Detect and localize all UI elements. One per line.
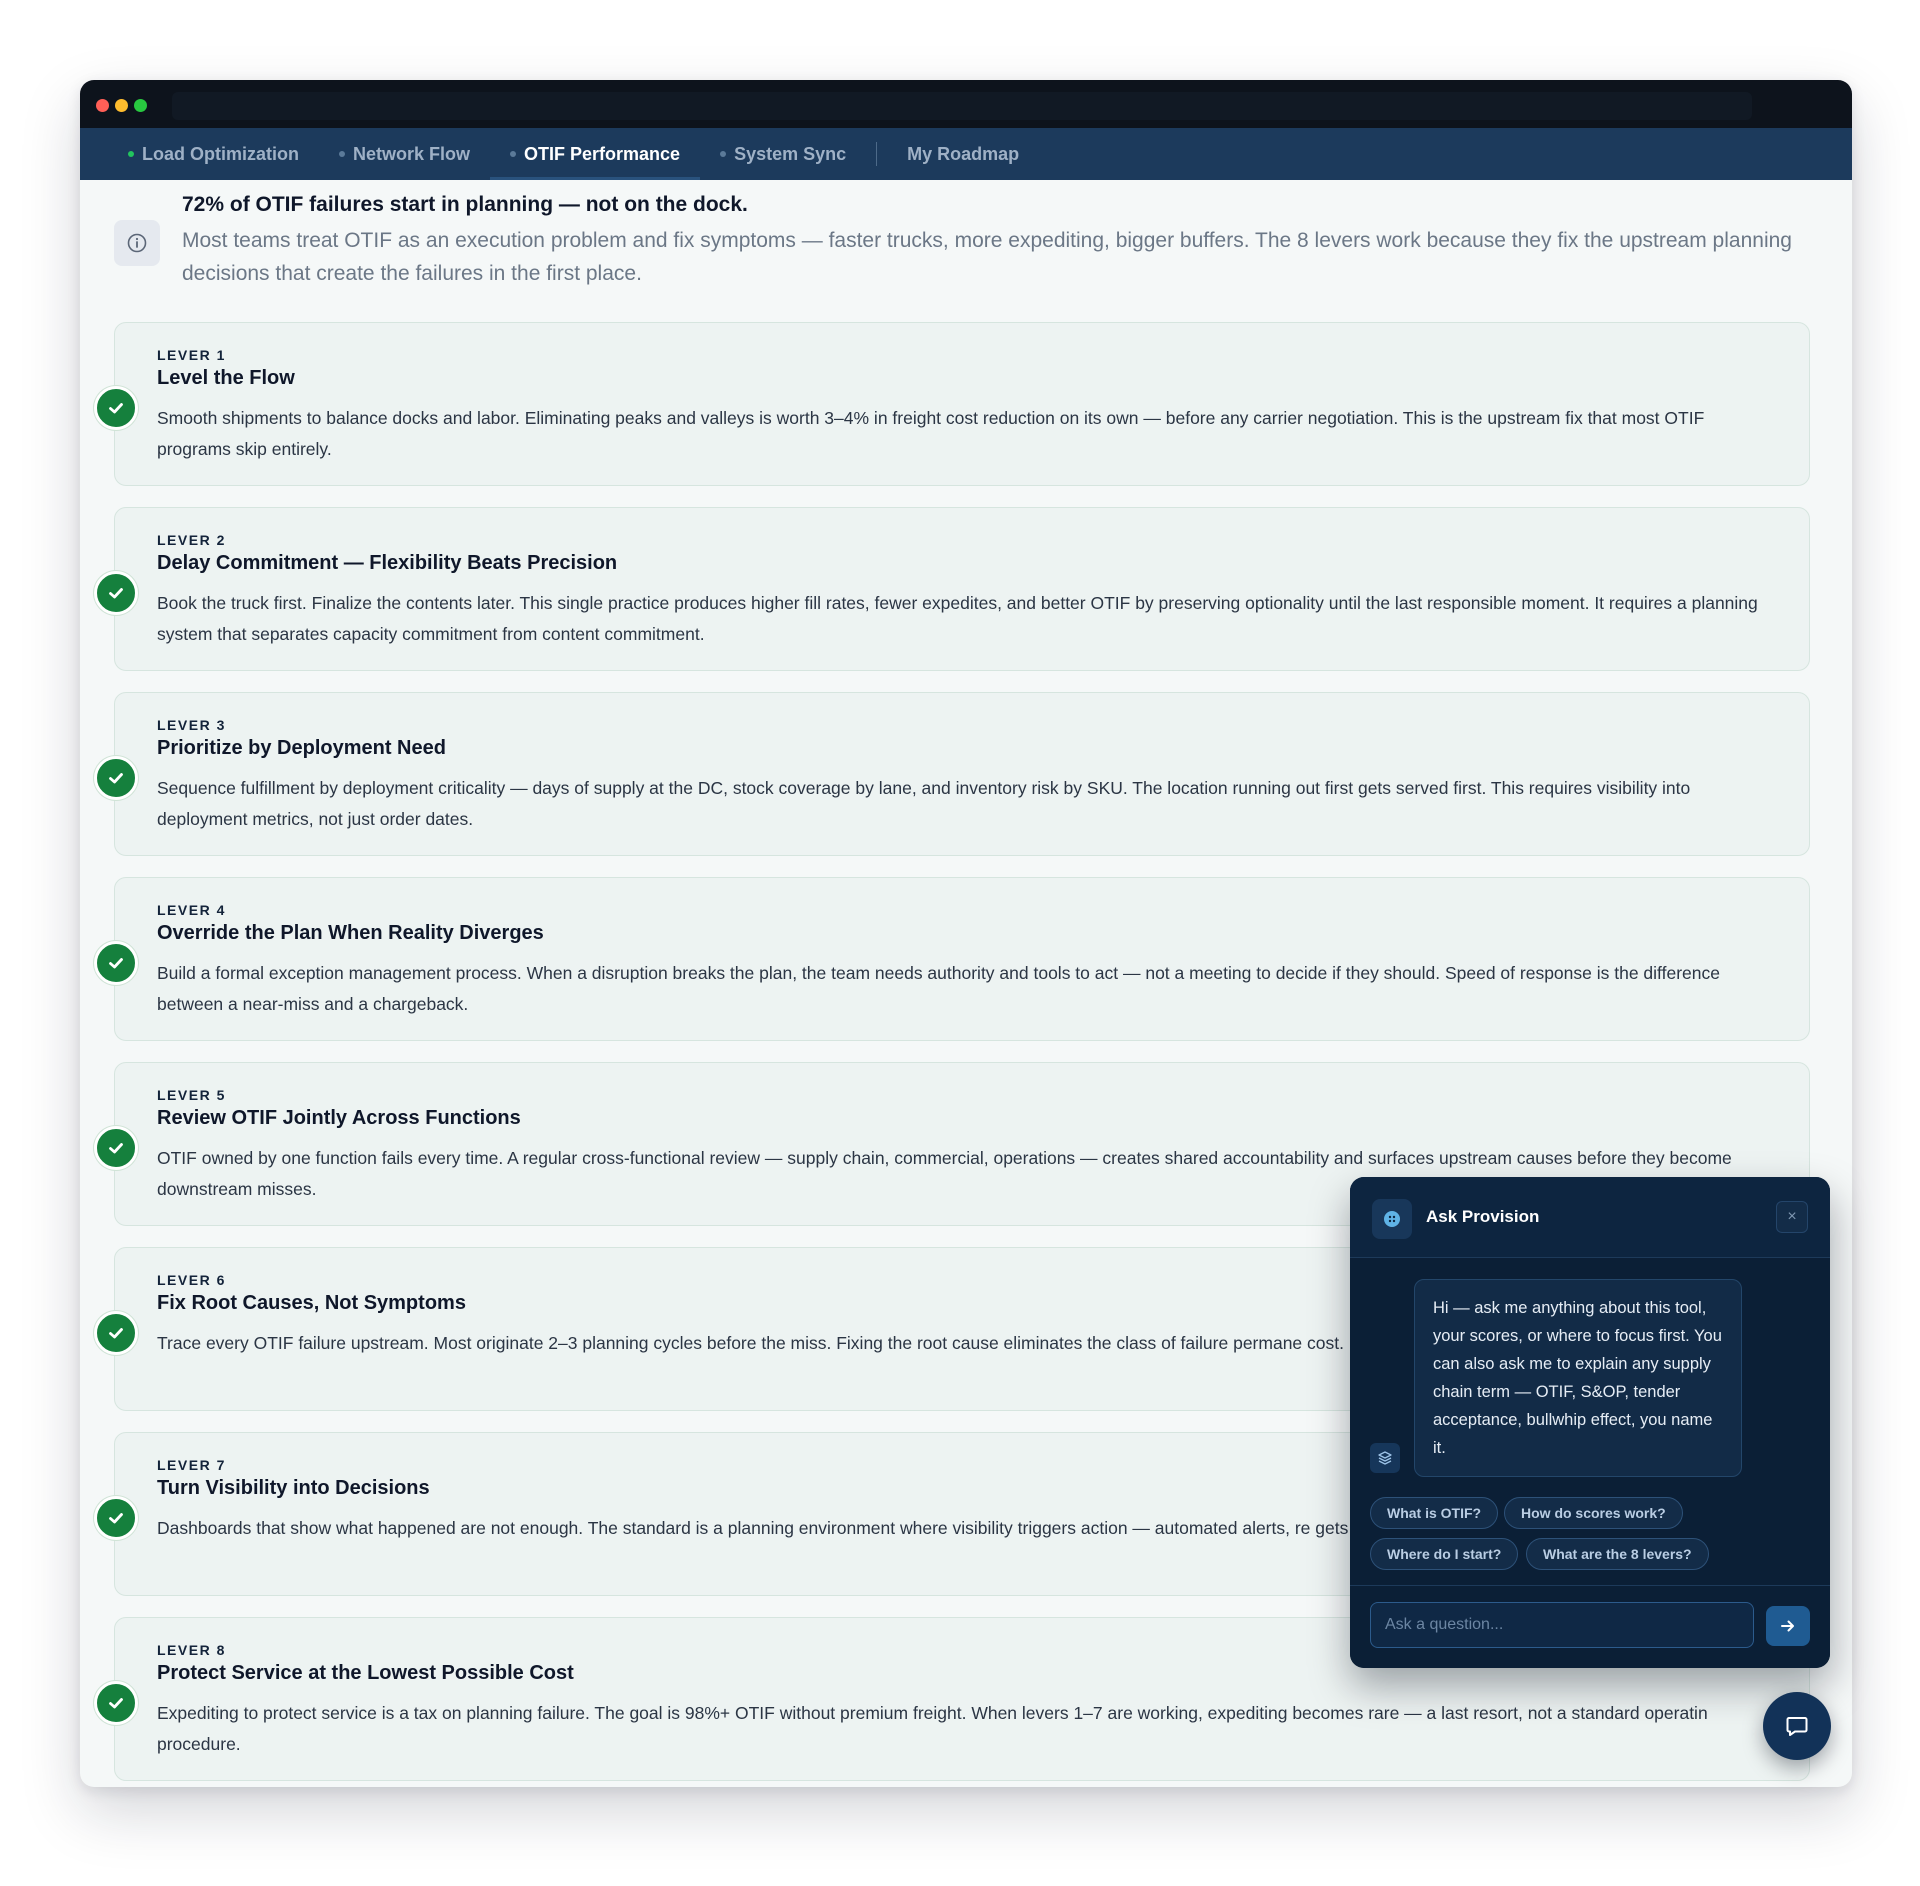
lever-number: LEVER 3	[157, 717, 226, 733]
lever-title: Review OTIF Jointly Across Functions	[157, 1107, 521, 1129]
check-icon	[94, 941, 138, 985]
check-icon	[94, 1311, 138, 1355]
minimize-window-button[interactable]	[115, 99, 128, 112]
check-icon	[94, 756, 138, 800]
lever-description: Sequence fulfillment by deployment criti…	[157, 778, 1691, 829]
check-icon	[94, 1126, 138, 1170]
chat-header: Ask Provision ×	[1350, 1177, 1830, 1258]
suggestion-chip[interactable]: How do scores work?	[1504, 1497, 1683, 1529]
lever-description: Book the truck first. Finalize the conte…	[157, 593, 1758, 644]
tab-my-roadmap[interactable]: My Roadmap	[887, 128, 1039, 180]
layers-icon	[1370, 1443, 1400, 1473]
tab-label: My Roadmap	[907, 143, 1020, 164]
send-arrow-icon[interactable]	[1766, 1606, 1810, 1646]
lever-number: LEVER 8	[157, 1642, 226, 1658]
lever-card-4: LEVER 4 Override the Plan When Reality D…	[94, 877, 1810, 1041]
lever-description: Smooth shipments to balance docks and la…	[157, 408, 1705, 459]
window-titlebar	[80, 80, 1852, 128]
lever-number: LEVER 5	[157, 1087, 226, 1103]
tab-label: Network Flow	[353, 143, 471, 164]
provision-logo-icon	[1372, 1199, 1412, 1239]
suggestion-chip[interactable]: What is OTIF?	[1370, 1497, 1499, 1529]
callout-title: 72% of OTIF failures start in planning —…	[182, 193, 748, 216]
status-dot-icon	[339, 151, 345, 157]
chat-title: Ask Provision	[1426, 1207, 1540, 1226]
chat-bubble-icon[interactable]	[1763, 1692, 1831, 1760]
tab-divider	[876, 142, 878, 166]
lever-number: LEVER 6	[157, 1272, 226, 1288]
tab-label: Load Optimization	[142, 143, 299, 164]
lever-description: Build a formal exception management proc…	[157, 963, 1720, 1014]
tab-network-flow[interactable]: Network Flow	[319, 128, 490, 180]
lever-title: Turn Visibility into Decisions	[157, 1477, 430, 1499]
lever-card-3: LEVER 3 Prioritize by Deployment Need Se…	[94, 692, 1810, 856]
info-icon	[114, 220, 160, 266]
lever-number: LEVER 1	[157, 347, 226, 363]
maximize-window-button[interactable]	[134, 99, 147, 112]
lever-title: Prioritize by Deployment Need	[157, 737, 446, 759]
tab-system-sync[interactable]: System Sync	[700, 128, 866, 180]
assistant-message: Hi — ask me anything about this tool, yo…	[1414, 1279, 1742, 1477]
tab-otif-performance[interactable]: OTIF Performance	[490, 128, 701, 180]
close-icon[interactable]: ×	[1776, 1201, 1808, 1233]
check-icon	[94, 571, 138, 615]
check-icon	[94, 1496, 138, 1540]
check-icon	[94, 1681, 138, 1725]
tab-bar: Load Optimization Network Flow OTIF Perf…	[80, 128, 1852, 180]
lever-card-1: LEVER 1 Level the Flow Smooth shipments …	[94, 322, 1810, 486]
lever-title: Fix Root Causes, Not Symptoms	[157, 1292, 466, 1314]
chat-footer	[1350, 1585, 1830, 1668]
callout-body: Most teams treat OTIF as an execution pr…	[182, 229, 1792, 285]
lever-number: LEVER 7	[157, 1457, 226, 1473]
lever-number: LEVER 2	[157, 532, 226, 548]
check-icon	[94, 386, 138, 430]
status-dot-icon	[128, 151, 134, 157]
tab-label: System Sync	[734, 143, 847, 164]
tab-load-optimization[interactable]: Load Optimization	[108, 128, 319, 180]
status-dot-icon	[510, 151, 517, 157]
tab-label: OTIF Performance	[524, 143, 681, 164]
lever-title: Protect Service at the Lowest Possible C…	[157, 1662, 574, 1684]
lever-title: Delay Commitment — Flexibility Beats Pre…	[157, 552, 618, 574]
insight-callout: 72% of OTIF failures start in planning —…	[114, 190, 1792, 290]
lever-title: Level the Flow	[157, 367, 295, 389]
suggestion-chip[interactable]: Where do I start?	[1370, 1538, 1519, 1570]
address-bar[interactable]	[172, 92, 1752, 120]
lever-card-2: LEVER 2 Delay Commitment — Flexibility B…	[94, 507, 1810, 671]
lever-description: Expediting to protect service is a tax o…	[157, 1703, 1708, 1754]
suggestion-chip[interactable]: What are the 8 levers?	[1526, 1538, 1709, 1570]
status-dot-icon	[720, 151, 727, 157]
close-window-button[interactable]	[96, 99, 109, 112]
lever-number: LEVER 4	[157, 902, 226, 918]
lever-title: Override the Plan When Reality Diverges	[157, 922, 544, 944]
chat-input[interactable]	[1370, 1602, 1754, 1648]
chat-panel: Ask Provision × Hi — ask me anything abo…	[1350, 1177, 1830, 1668]
